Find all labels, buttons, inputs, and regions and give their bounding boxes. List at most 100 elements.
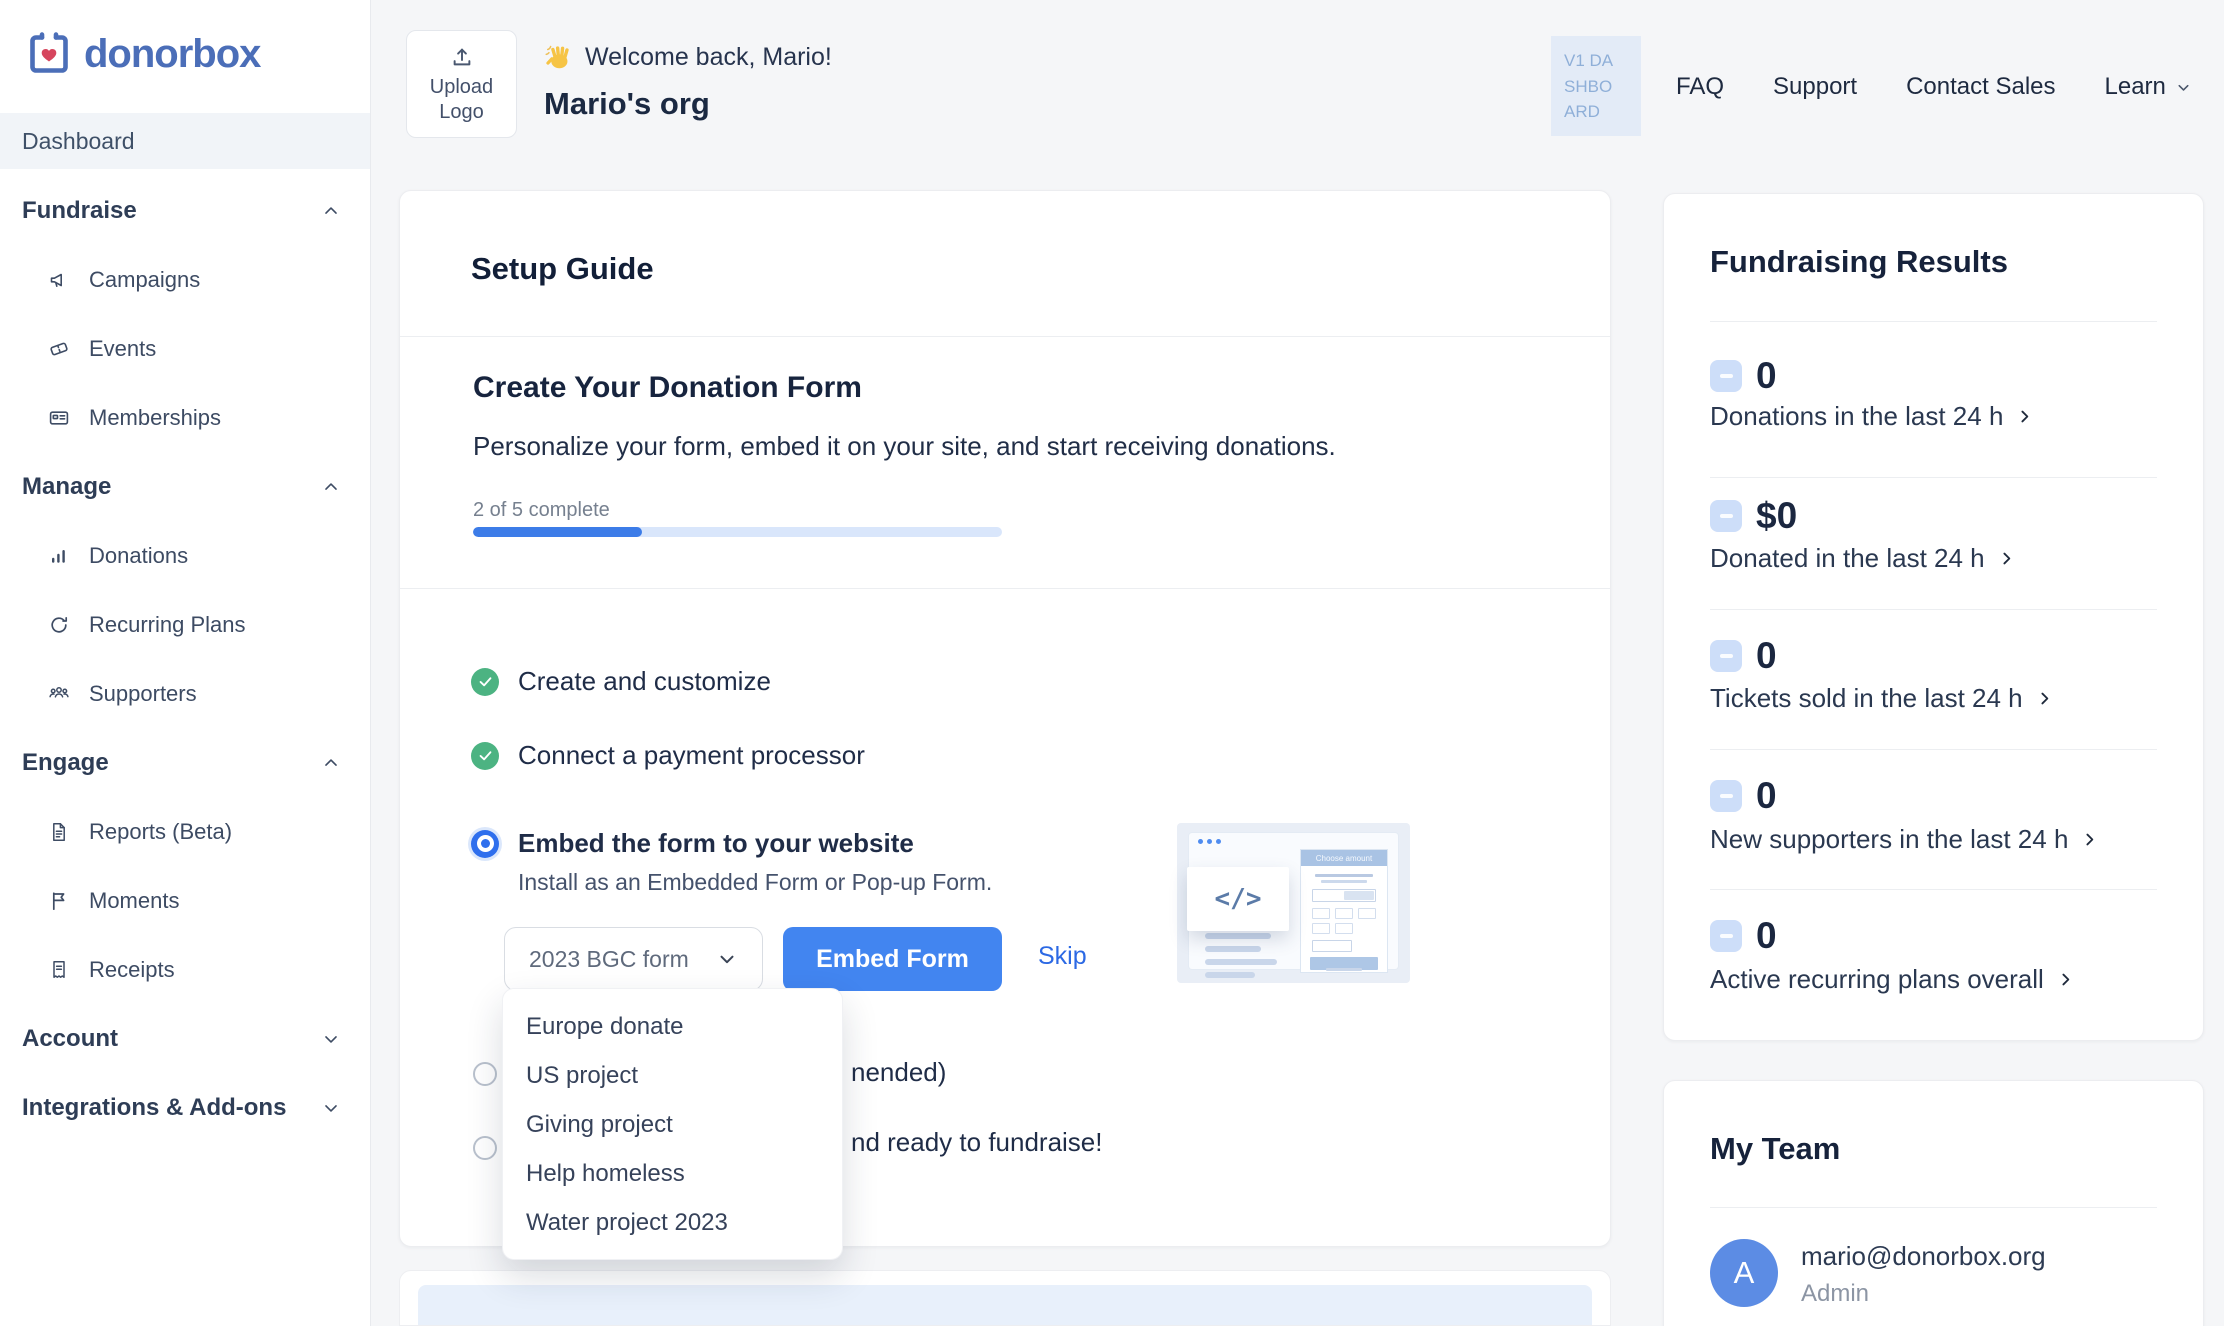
sidebar-item-dashboard[interactable]: Dashboard [0,113,370,169]
donation-form-heading: Create Your Donation Form [473,371,862,405]
refresh-icon [47,613,71,637]
divider [1710,609,2157,610]
chevron-up-icon [321,753,341,773]
chevron-up-icon [321,201,341,221]
step-label: Connect a payment processor [518,740,865,771]
org-name: Mario's org [544,86,710,122]
progress-bar [473,527,1002,537]
check-circle-icon [471,668,499,696]
divider [1710,477,2157,478]
stat-value: 0 [1756,773,1777,819]
divider [400,336,1610,337]
progress-label: 2 of 5 complete [473,499,610,522]
form-select[interactable]: 2023 BGC form [504,927,763,991]
stat-dash-icon [1710,360,1742,392]
stat-dash-icon [1710,920,1742,952]
upload-icon [449,44,475,70]
wave-emoji-icon [544,42,574,72]
sidebar-item-memberships[interactable]: Memberships [0,383,369,452]
radio-unselected[interactable] [473,1136,497,1160]
fundraising-results-title: Fundraising Results [1710,244,2008,280]
mini-form-header: Choose amount [1301,850,1387,866]
flag-icon [47,889,71,913]
stat-row-active-recurring-plans[interactable]: Active recurring plans overall [1710,964,2074,995]
chevron-down-icon [2175,79,2192,96]
avatar: A [1710,1239,1778,1307]
divider [1710,321,2157,322]
chevron-right-icon [1998,550,2015,567]
nav-faq[interactable]: FAQ [1676,73,1724,101]
stat-row-tickets-24h[interactable]: Tickets sold in the last 24 h [1710,683,2053,714]
sidebar-section-engage[interactable]: Engage [0,728,369,797]
bar-chart-icon [47,544,71,568]
donorbox-box-heart-icon [26,30,72,78]
divider [1710,889,2157,890]
chevron-right-icon [2057,971,2074,988]
sidebar-item-recurring-plans[interactable]: Recurring Plans [0,590,369,659]
dropdown-option[interactable]: US project [503,1051,842,1100]
code-symbol: </> [1215,884,1262,914]
nav-support[interactable]: Support [1773,73,1857,101]
sidebar-nav: Fundraise Campaigns Events Memberships M… [0,176,369,1142]
ticket-icon [47,337,71,361]
donation-form-description: Personalize your form, embed it on your … [473,431,1336,462]
dropdown-option[interactable]: Water project 2023 [503,1198,842,1247]
embed-form-button[interactable]: Embed Form [783,927,1002,991]
people-icon [47,682,71,706]
megaphone-icon [47,268,71,292]
step-sublabel: Install as an Embedded Form or Pop-up Fo… [518,869,992,896]
stat-row-donated-24h[interactable]: Donated in the last 24 h [1710,543,2015,574]
dropdown-option[interactable]: Help homeless [503,1149,842,1198]
chevron-right-icon [2036,690,2053,707]
step-label-fragment: nended) [851,1057,946,1088]
stat-dash-icon [1710,500,1742,532]
sidebar-section-integrations[interactable]: Integrations & Add-ons [0,1073,369,1142]
chevron-right-icon [2081,831,2098,848]
welcome-text: Welcome back, Mario! [585,43,832,72]
nav-contact-sales[interactable]: Contact Sales [1906,73,2055,101]
check-circle-icon [471,742,499,770]
sidebar-item-supporters[interactable]: Supporters [0,659,369,728]
skip-link[interactable]: Skip [1038,942,1087,971]
receipt-icon [47,958,71,982]
form-select-value: 2023 BGC form [529,946,689,973]
mini-donation-form: Choose amount [1300,849,1388,973]
stat-row-donations-24h[interactable]: Donations in the last 24 h [1710,401,2033,432]
sidebar-item-events[interactable]: Events [0,314,369,383]
sidebar-item-receipts[interactable]: Receipts [0,935,369,1004]
setup-guide-title: Setup Guide [471,251,654,287]
sidebar-item-reports[interactable]: Reports (Beta) [0,797,369,866]
stat-value: $0 [1756,493,1797,539]
member-role: Admin [1801,1280,1869,1308]
stat-value: 0 [1756,913,1777,959]
form-select-dropdown: Europe donate US project Giving project … [502,988,843,1260]
sidebar-item-donations[interactable]: Donations [0,521,369,590]
donorbox-dashboard: donorbox Dashboard Fundraise Campaigns E… [0,0,2224,1326]
step-label: Create and customize [518,666,771,697]
nav-learn[interactable]: Learn [2105,73,2192,101]
sidebar-item-campaigns[interactable]: Campaigns [0,245,369,314]
member-email: mario@donorbox.org [1801,1241,2046,1272]
dropdown-option[interactable]: Europe donate [503,1002,842,1051]
sidebar-section-manage[interactable]: Manage [0,452,369,521]
divider [400,588,1610,589]
chevron-down-icon [321,1029,341,1049]
step-connect-payment-processor: Connect a payment processor [471,740,865,771]
donorbox-logo[interactable]: donorbox [26,30,260,78]
sidebar-item-moments[interactable]: Moments [0,866,369,935]
progress-fill [473,527,642,537]
logo-wordmark: donorbox [84,32,260,77]
chevron-right-icon [2016,408,2033,425]
radio-unselected[interactable] [473,1062,497,1086]
sidebar-section-account[interactable]: Account [0,1004,369,1073]
chevron-down-icon [321,1098,341,1118]
stat-row-new-supporters-24h[interactable]: New supporters in the last 24 h [1710,824,2098,855]
browser-dots-icon [1198,839,1221,844]
stat-value: 0 [1756,353,1777,399]
upload-logo-button[interactable]: Upload Logo [406,30,517,138]
membership-card-icon [47,406,71,430]
radio-selected[interactable] [471,830,499,858]
chevron-up-icon [321,477,341,497]
sidebar-section-fundraise[interactable]: Fundraise [0,176,369,245]
dropdown-option[interactable]: Giving project [503,1100,842,1149]
